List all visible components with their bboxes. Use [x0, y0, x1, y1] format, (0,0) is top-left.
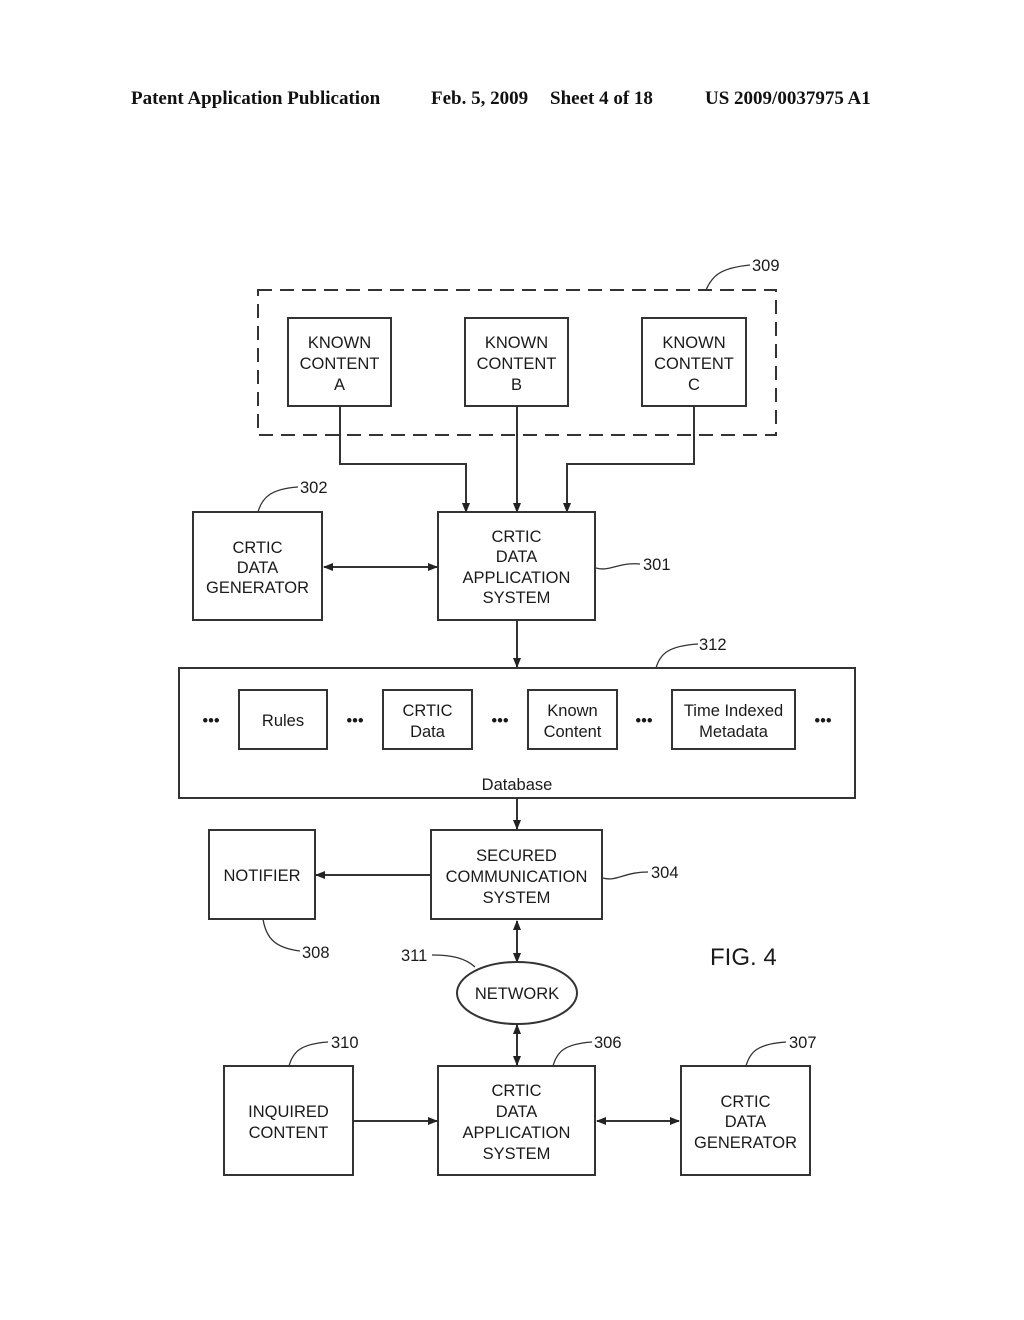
fig4-diagram: 309 KNOWN CONTENT A KNOWN CONTENT B KNOW…	[178, 257, 856, 1176]
crtic-data-application-system-301: CRTIC DATA APPLICATION SYSTEM	[437, 511, 596, 621]
arrow-a-to-301	[339, 406, 470, 513]
db-item-crtic-data: CRTIC Data	[382, 689, 473, 750]
notifier-308: NOTIFIER	[208, 829, 316, 920]
svg-text:DATA: DATA	[496, 1103, 538, 1121]
svg-text:APPLICATION: APPLICATION	[463, 1124, 571, 1142]
svg-text:APPLICATION: APPLICATION	[463, 569, 571, 587]
ref-312: 312	[699, 636, 727, 654]
leader-302	[257, 486, 299, 513]
ellipsis-1: •••	[202, 712, 220, 730]
svg-text:NOTIFIER: NOTIFIER	[224, 867, 301, 885]
svg-text:Metadata: Metadata	[699, 723, 769, 741]
ref-309: 309	[752, 257, 780, 275]
svg-text:A: A	[334, 376, 345, 394]
svg-text:KNOWN: KNOWN	[662, 334, 725, 352]
leader-310	[288, 1041, 329, 1067]
svg-text:CRTIC: CRTIC	[232, 539, 282, 557]
svg-text:DATA: DATA	[237, 559, 279, 577]
svg-text:Rules: Rules	[262, 712, 304, 730]
svg-text:COMMUNICATION: COMMUNICATION	[446, 868, 588, 886]
ref-304: 304	[651, 864, 679, 882]
svg-text:CONTENT: CONTENT	[249, 1124, 329, 1142]
svg-text:CONTENT: CONTENT	[654, 355, 734, 373]
svg-text:DATA: DATA	[496, 548, 538, 566]
svg-text:GENERATOR: GENERATOR	[694, 1134, 797, 1152]
svg-text:SYSTEM: SYSTEM	[483, 1145, 551, 1163]
ellipsis-5: •••	[814, 712, 832, 730]
leader-301	[595, 563, 641, 570]
ellipsis-2: •••	[346, 712, 364, 730]
known-content-b: KNOWN CONTENT B	[464, 317, 569, 407]
ref-302: 302	[300, 479, 328, 497]
crtic-data-generator-307: CRTIC DATA GENERATOR	[680, 1065, 811, 1176]
svg-text:B: B	[511, 376, 522, 394]
leader-304	[602, 871, 649, 880]
svg-text:CONTENT: CONTENT	[300, 355, 380, 373]
svg-text:Known: Known	[547, 702, 597, 720]
svg-text:CRTIC: CRTIC	[491, 528, 541, 546]
secured-communication-system-304: SECURED COMMUNICATION SYSTEM	[430, 829, 603, 920]
crtic-data-generator-302: CRTIC DATA GENERATOR	[192, 511, 323, 621]
leader-306	[552, 1041, 593, 1067]
ref-307: 307	[789, 1034, 817, 1052]
ellipsis-3: •••	[491, 712, 509, 730]
crtic-data-application-system-306: CRTIC DATA APPLICATION SYSTEM	[437, 1065, 596, 1176]
ref-308: 308	[302, 944, 330, 962]
db-item-time-indexed-metadata: Time Indexed Metadata	[671, 689, 796, 750]
ref-310: 310	[331, 1034, 359, 1052]
svg-text:C: C	[688, 376, 700, 394]
svg-text:CONTENT: CONTENT	[477, 355, 557, 373]
known-content-c: KNOWN CONTENT C	[641, 317, 747, 407]
svg-text:DATA: DATA	[725, 1113, 767, 1131]
svg-text:Content: Content	[544, 723, 602, 741]
svg-text:NETWORK: NETWORK	[475, 985, 559, 1003]
ref-301: 301	[643, 556, 671, 574]
svg-text:CRTIC: CRTIC	[720, 1093, 770, 1111]
svg-text:SYSTEM: SYSTEM	[483, 889, 551, 907]
leader-308	[262, 918, 301, 952]
figure-label: FIG. 4	[710, 944, 777, 971]
ellipsis-4: •••	[635, 712, 653, 730]
svg-text:KNOWN: KNOWN	[308, 334, 371, 352]
arrow-c-to-301	[563, 406, 695, 513]
svg-text:CRTIC: CRTIC	[491, 1082, 541, 1100]
db-item-known-content: Known Content	[527, 689, 618, 750]
database-label: Database	[482, 776, 553, 794]
ref-311: 311	[401, 947, 427, 965]
svg-text:Data: Data	[410, 723, 446, 741]
svg-text:Time Indexed: Time Indexed	[684, 702, 783, 720]
leader-307	[745, 1041, 787, 1067]
svg-text:KNOWN: KNOWN	[485, 334, 548, 352]
svg-text:GENERATOR: GENERATOR	[206, 579, 309, 597]
svg-text:CRTIC: CRTIC	[402, 702, 452, 720]
svg-text:SYSTEM: SYSTEM	[483, 589, 551, 607]
leader-312	[655, 643, 699, 669]
db-item-rules: Rules	[238, 689, 328, 750]
known-content-a: KNOWN CONTENT A	[287, 317, 392, 407]
network-311: NETWORK	[456, 961, 578, 1025]
inquired-content-310: INQUIRED CONTENT	[223, 1065, 354, 1176]
leader-309	[705, 264, 751, 291]
svg-text:SECURED: SECURED	[476, 847, 557, 865]
leader-311	[431, 954, 476, 968]
svg-text:INQUIRED: INQUIRED	[248, 1103, 329, 1121]
ref-306: 306	[594, 1034, 622, 1052]
